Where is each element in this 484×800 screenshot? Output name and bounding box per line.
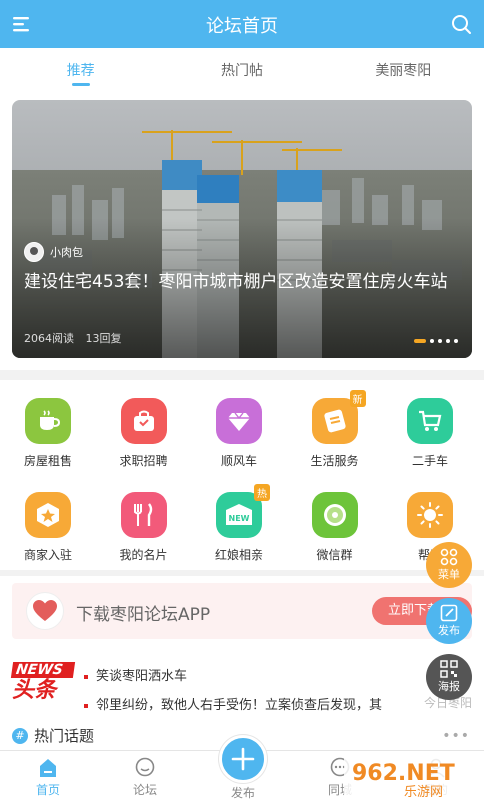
app-download-banner[interactable]: 下载枣阳论坛APP 立即下载 bbox=[12, 583, 472, 639]
grid-item[interactable]: 商家入驻 bbox=[0, 492, 96, 563]
reply-count: 13回复 bbox=[85, 332, 122, 345]
float-label: 发布 bbox=[438, 624, 460, 637]
section-divider bbox=[0, 370, 484, 380]
more-icon[interactable]: ••• bbox=[442, 728, 470, 744]
carousel-dot[interactable] bbox=[446, 339, 450, 343]
float-publish-button[interactable]: 发布 bbox=[426, 598, 472, 644]
news-logo: NEWS 头条 bbox=[10, 662, 76, 712]
top-bar: 论坛首页 bbox=[0, 0, 484, 48]
news-logo-bottom: 头条 bbox=[12, 678, 57, 703]
tab-recommend[interactable]: 推荐 bbox=[0, 48, 161, 92]
watermark-brand: 962.NET bbox=[352, 761, 455, 786]
grid-item[interactable]: 顺风车 bbox=[191, 398, 287, 469]
banner-headline[interactable]: 建设住宅453套！枣阳市城市棚户区改造安置住房火车站 bbox=[24, 268, 460, 296]
featured-banner[interactable]: 小肉包 建设住宅453套！枣阳市城市棚户区改造安置住房火车站 2064阅读 13… bbox=[12, 100, 472, 358]
grid-badge: 热 bbox=[254, 484, 270, 501]
page-title: 论坛首页 bbox=[206, 16, 278, 37]
grid-label: 求职招聘 bbox=[119, 454, 168, 468]
float-poster-button[interactable]: 海报 bbox=[426, 654, 472, 700]
site-watermark: 962.NET 乐游网 bbox=[344, 754, 484, 800]
app-screen: 论坛首页 推荐 热门帖 美丽枣阳 小肉包 建设住宅453套！枣阳市城市棚户区改造… bbox=[0, 0, 484, 800]
heart-icon bbox=[26, 592, 64, 630]
bag-icon bbox=[120, 398, 167, 444]
tab-label: 推荐 bbox=[66, 63, 95, 79]
nav-label: 论坛 bbox=[132, 783, 157, 797]
grid-item[interactable]: 二手车 bbox=[382, 398, 478, 469]
sun-icon bbox=[407, 492, 453, 538]
grid-label: 红娘相亲 bbox=[214, 548, 263, 562]
chat-icon bbox=[135, 757, 155, 777]
home-icon bbox=[40, 759, 56, 777]
news-item[interactable]: 邻里纠纷，致他人右手受伤！立案侦查后发现，其 bbox=[84, 694, 408, 713]
tab-bar: 推荐 热门帖 美丽枣阳 bbox=[0, 48, 484, 92]
grid-item[interactable]: 新生活服务 bbox=[287, 390, 383, 469]
hot-topics-heading[interactable]: # 热门话题 bbox=[12, 725, 94, 746]
author-name: 小肉包 bbox=[50, 246, 83, 259]
post-button-label: 发布 bbox=[230, 786, 255, 800]
grid-label: 顺风车 bbox=[220, 454, 257, 468]
section-divider bbox=[0, 570, 484, 576]
float-label: 海报 bbox=[438, 680, 460, 693]
watermark-sub: 乐游网 bbox=[404, 785, 443, 800]
tab-hot-posts[interactable]: 热门帖 bbox=[161, 48, 322, 92]
tab-indicator bbox=[71, 83, 90, 86]
tab-label: 美丽枣阳 bbox=[375, 63, 432, 79]
grid-item[interactable]: 房屋租售 bbox=[0, 398, 96, 469]
carousel-indicator bbox=[410, 339, 458, 343]
edit-icon bbox=[440, 604, 458, 622]
qr-icon bbox=[440, 660, 458, 678]
float-label: 菜单 bbox=[438, 568, 460, 581]
plus-icon bbox=[231, 747, 255, 771]
post-button[interactable] bbox=[219, 735, 267, 783]
grid-label: 生活服务 bbox=[310, 454, 359, 468]
grid-label: 房屋租售 bbox=[23, 454, 72, 468]
grid-badge: 新 bbox=[349, 390, 366, 407]
section-title: 热门话题 bbox=[34, 727, 95, 745]
ad-text: 下载枣阳论坛APP bbox=[76, 605, 211, 625]
ticket-icon: 新 bbox=[311, 390, 366, 444]
grid-label: 二手车 bbox=[411, 454, 448, 468]
news-item[interactable]: 笑谈枣阳洒水车 bbox=[84, 665, 408, 684]
headline-news: NEWS 头条 笑谈枣阳洒水车 邻里纠纷，致他人右手受伤！立案侦查后发现，其 今… bbox=[0, 656, 484, 716]
search-icon[interactable] bbox=[450, 13, 472, 35]
grid-item[interactable]: 我的名片 bbox=[96, 492, 192, 563]
nav-label: 首页 bbox=[35, 783, 60, 797]
star-hexagon-icon bbox=[25, 492, 71, 538]
float-menu-button[interactable]: 菜单 bbox=[426, 542, 472, 588]
kiwi-icon bbox=[311, 492, 358, 538]
tab-beautiful-zaoyang[interactable]: 美丽枣阳 bbox=[323, 48, 484, 92]
nav-home[interactable]: 首页 bbox=[8, 757, 88, 798]
new-tag-icon: NEW 热 bbox=[216, 484, 270, 538]
cart-icon bbox=[407, 398, 453, 444]
post-author[interactable]: 小肉包 bbox=[24, 242, 83, 262]
nav-forum[interactable]: 论坛 bbox=[105, 757, 185, 798]
grid-icon bbox=[440, 548, 458, 566]
grid-item[interactable]: NEW 热红娘相亲 bbox=[191, 484, 287, 563]
diamond-icon bbox=[216, 398, 262, 444]
grid-label: 微信群 bbox=[316, 548, 353, 562]
fork-knife-icon bbox=[120, 492, 167, 538]
carousel-dot[interactable] bbox=[438, 339, 442, 343]
news-logo-top: NEWS bbox=[10, 662, 76, 678]
hash-icon: # bbox=[12, 727, 28, 744]
grid-item[interactable]: 微信群 bbox=[287, 492, 383, 563]
tab-label: 热门帖 bbox=[220, 63, 263, 79]
grid-item[interactable]: 求职招聘 bbox=[96, 398, 192, 469]
grid-label: 商家入驻 bbox=[23, 548, 72, 562]
carousel-dot[interactable] bbox=[414, 339, 426, 343]
grid-label: 我的名片 bbox=[119, 548, 168, 562]
svg-text:NEW: NEW bbox=[229, 514, 250, 523]
cup-icon bbox=[25, 398, 71, 444]
carousel-dot[interactable] bbox=[430, 339, 434, 343]
carousel-dot[interactable] bbox=[454, 339, 458, 343]
post-stats: 2064阅读 13回复 bbox=[24, 330, 130, 346]
read-count: 2064阅读 bbox=[24, 332, 74, 345]
avatar bbox=[24, 242, 44, 262]
